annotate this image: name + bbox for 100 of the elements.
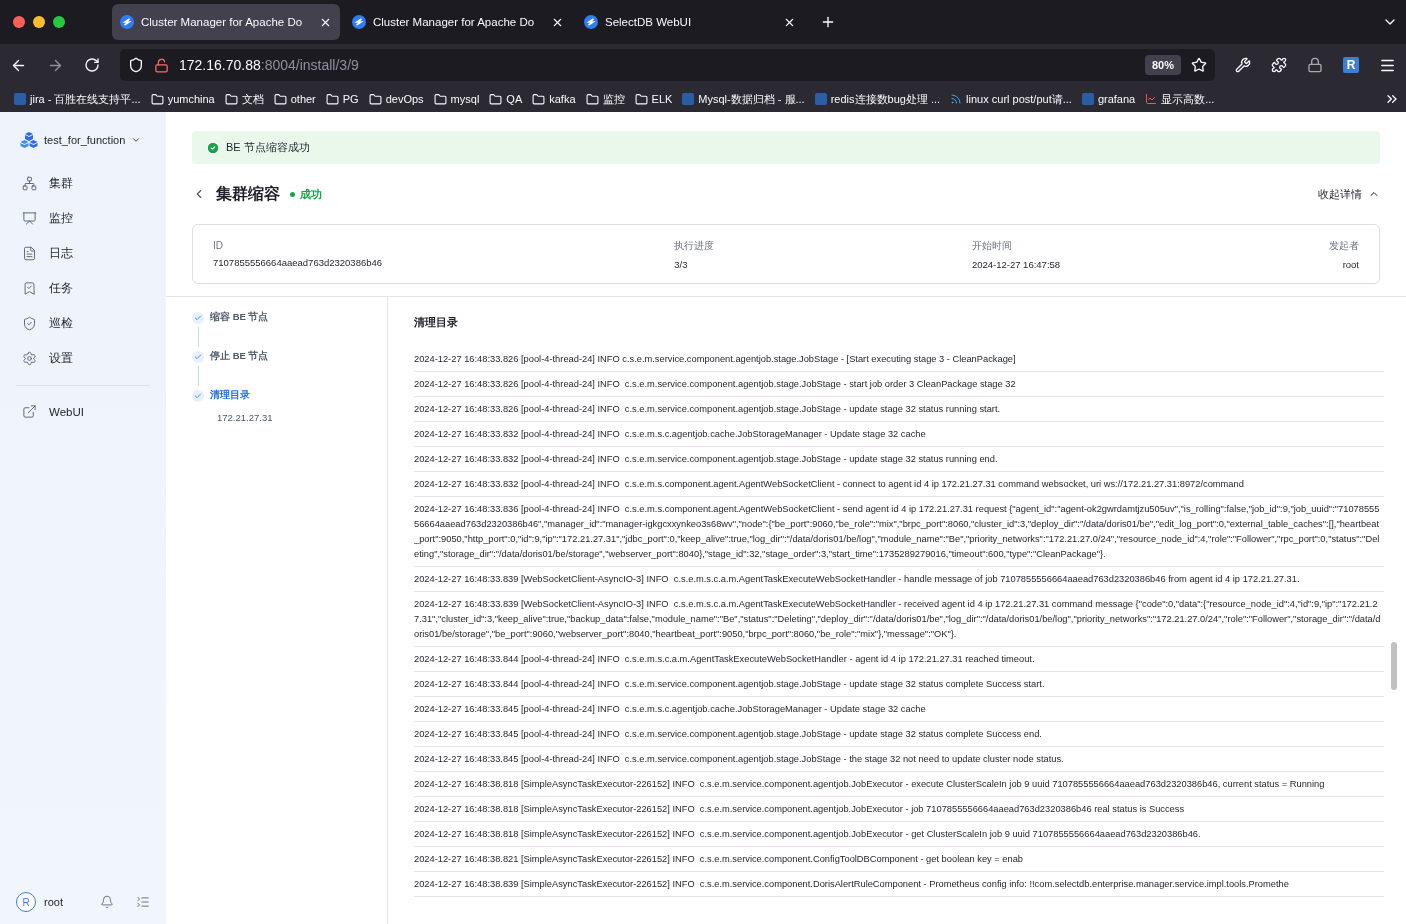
field-value: 2024-12-27 16:47:58 <box>971 258 1061 270</box>
site-icon <box>1081 93 1094 105</box>
lock-icon[interactable] <box>1307 57 1323 73</box>
document-icon <box>22 246 37 261</box>
bookmark[interactable]: devOps <box>368 92 424 106</box>
browser-tab[interactable]: Cluster Manager for Apache Do <box>112 4 340 40</box>
log-line: 2024-12-27 16:48:33.826 [pool-4-thread-24] INFO c.s.e.m.service.component.agentjob.stage.JobStage - [Start executing stage 3 - CleanPackage] <box>414 347 1384 372</box>
bookmark[interactable]: mysql <box>433 92 480 106</box>
browser-tab[interactable]: SelectDB WebUI <box>576 4 804 40</box>
log-line: 2024-12-27 16:48:38.839 [SimpleAsyncTaskExecutor-226152] INFO c.s.e.m.service.component.DorisAlertRuleComponent - Prometheus config info: !!com.selectdb.enterprise.manager.service.impl.tools.Promethe <box>414 872 1384 897</box>
log-line: 2024-12-27 16:48:33.832 [pool-4-thread-24] INFO c.s.e.m.service.component.agentjob.stage.JobStage - update stage 32 status running end. <box>414 447 1384 472</box>
url-text: 172.16.70.88:8004/install/3/9 <box>179 57 360 73</box>
wrench-icon[interactable] <box>1235 57 1251 73</box>
folder-icon <box>368 92 382 106</box>
bookmark[interactable]: linux curl post/put请... <box>950 91 1072 107</box>
site-logo-icon <box>120 15 134 29</box>
new-tab-icon[interactable] <box>820 14 836 30</box>
field-label: ID <box>213 240 223 251</box>
folder-icon <box>325 92 339 106</box>
field-value: 3/3 <box>674 258 688 270</box>
log-line: 2024-12-27 16:48:33.839 [WebSocketClient-AsyncIO-3] INFO c.s.e.m.s.c.a.m.AgentTaskExecuteWebSocketHandler - received agent id 4 ip 172.21.27.31 command message {"code":0,"data":{"resource_node_id":4,"id":9,"ip":"172.21.27.31","cluster_id":3,"keep_alive":true,"backup_data":false,"module_name":"Be","status":"Deleting","deploy_dir":"/data/doris01/be","log_dir":"/data/doris01/be/log","priority_networks":"172.21.27.0/24","role":"Follower","storage_dir":"/data/doris01/be/storage","be_port":9060,"webserver_port":8040,"heartbeat_port":9050,"brpc_port":8060,"be_role":"mix"},"message":"OK"}. <box>414 592 1384 647</box>
folder-icon <box>433 92 447 106</box>
nav-item[interactable]: 设置 <box>16 341 150 376</box>
puzzle-icon[interactable] <box>1271 57 1287 73</box>
external-link-icon <box>22 404 37 419</box>
page-title: 集群缩容 <box>216 183 280 204</box>
shield-icon[interactable] <box>128 57 144 73</box>
user-name: root <box>44 896 64 908</box>
step-item[interactable]: 缩容 BE 节点 <box>192 311 387 324</box>
field-label: 执行进度 <box>674 238 715 253</box>
nav-item[interactable]: 集群 <box>16 166 150 201</box>
bookmark[interactable]: Mysql-数据归档 - 服... <box>682 91 805 107</box>
log-line: 2024-12-27 16:48:33.844 [pool-4-thread-24] INFO c.s.e.m.s.c.a.m.AgentTaskExecuteWebSocketHandler - agent id 4 ip 172.21.27.31 reached timeout. <box>414 647 1384 672</box>
nav-item[interactable]: 监控 <box>16 201 150 236</box>
folder-icon <box>634 92 648 106</box>
log-line: 2024-12-27 16:48:38.818 [SimpleAsyncTaskExecutor-226152] INFO c.s.e.m.service.component.agentjob.JobExecutor - job 7107855556664aaead763d2320386b46 real status is Success <box>414 797 1384 822</box>
field-label: 开始时间 <box>971 238 1012 253</box>
cubes-logo-icon <box>20 132 38 148</box>
log-line: 2024-12-27 16:48:33.836 [pool-4-thread-24] INFO c.s.e.m.s.component.agent.AgentWebSocketClient - send agent id 4 ip 172.21.27.31 request {"agent_id":"agent-ok2gwrdamtjzu505uv","is_rolling":false,"job_id":9,"job_uuid":"7107855556664aaead763d2320386b46","manager_id":"manager-igkgcxxynkeo3s68wv","node":{"be_port":9060,"be_role":"mix","brpc_port":8060,"cluster_id":3,"deploy_dir":"/data/doris01/be","edit_log_port":0,"external_table_caches":[],"heartbeat_port":9050,"http_port":0,"id":9,"ip":"172.21.27.31","jdbc_port":0,"keep_alive":true,"log_dir":"/data/doris01/be/log","module_name":"Be","priority_networks":"172.21.27.0/24","resource_node_id":4,"role":"Follower","rpc_port":0,"status":"Deleting","storage_dir":"/data/doris01/be/storage","webserver_port":8040},"stage_id":32,"stage_order":3,"start_time":1735289279016,"timeout":600,"type":"CleanPackage"}. <box>414 497 1384 567</box>
extension-icon[interactable]: R <box>1343 57 1359 73</box>
shield-icon <box>22 316 37 331</box>
settings-icon <box>22 351 37 366</box>
step-item[interactable]: 停止 BE 节点 <box>192 350 387 363</box>
tab-title: SelectDB WebUI <box>605 16 693 28</box>
bookmark[interactable]: grafana <box>1081 93 1136 105</box>
tab-title: Cluster Manager for Apache Do <box>373 16 536 28</box>
bookmark[interactable]: other <box>273 92 316 106</box>
user-avatar[interactable]: R <box>16 892 36 912</box>
bookmark[interactable]: QA <box>489 92 523 106</box>
nav-item[interactable]: 任务 <box>16 271 150 306</box>
network-icon <box>22 176 37 191</box>
nav-item[interactable]: 巡检 <box>16 306 150 341</box>
check-icon <box>192 389 204 402</box>
success-icon <box>206 140 220 155</box>
zoom-level[interactable]: 80% <box>1144 55 1181 75</box>
browser-tab[interactable]: Cluster Manager for Apache Do <box>344 4 572 40</box>
bookmark[interactable]: jira - 百胜在线支持平... <box>14 91 141 107</box>
bell-icon[interactable] <box>100 895 114 909</box>
log-line: 2024-12-27 16:48:33.845 [pool-4-thread-24] INFO c.s.e.m.service.component.agentjob.stage.JobStage - update stage 32 status complete Success end. <box>414 722 1384 747</box>
field-value: 7107855556664aaead763d2320386b46 <box>213 257 383 268</box>
insecure-lock-icon[interactable] <box>154 57 169 73</box>
star-icon[interactable] <box>1191 57 1207 73</box>
site-icon <box>14 93 26 105</box>
field-value: root <box>1342 258 1359 270</box>
site-logo-icon <box>352 15 366 29</box>
bookmark[interactable]: kafka <box>532 92 576 106</box>
check-icon <box>192 311 204 324</box>
address-bar[interactable]: 172.16.70.88:8004/install/3/9 80% <box>120 49 1215 81</box>
nav-item[interactable]: 日志 <box>16 236 150 271</box>
log-line: 2024-12-27 16:48:33.832 [pool-4-thread-24] INFO c.s.e.m.s.component.agent.AgentWebSocketClient - connect to agent id 4 ip 172.21.27.31 command websocket, uri ws://172.21.27.31:8972/command <box>414 472 1384 497</box>
workspace-switcher[interactable]: test_for_function <box>20 132 150 148</box>
bookmark[interactable]: 文档 <box>224 91 264 107</box>
bookmark[interactable]: yumchina <box>150 92 215 106</box>
step-item[interactable]: 清理目录 <box>192 389 387 402</box>
folder-icon <box>585 92 599 106</box>
scrollbar-thumb[interactable] <box>1391 642 1397 690</box>
reload-icon[interactable] <box>84 57 100 73</box>
bookmark[interactable]: 监控 <box>585 91 625 107</box>
log-line: 2024-12-27 16:48:38.818 [SimpleAsyncTaskExecutor-226152] INFO c.s.e.m.service.component.agentjob.JobExecutor - execute ClusterScaleIn job 9 uuid 7107855556664aaead763d2320386b46, current status = Running <box>414 772 1384 797</box>
feed-icon <box>950 93 963 105</box>
sub-step-item[interactable]: 172.21.27.31 <box>217 412 387 423</box>
field-label: 发起者 <box>1329 238 1359 253</box>
folder-icon <box>489 92 503 106</box>
status-label: 成功 <box>290 186 322 202</box>
folder-icon <box>150 92 164 106</box>
bookmark[interactable]: PG <box>325 92 359 106</box>
bookmark[interactable]: ELK <box>634 92 673 106</box>
folder-icon <box>273 92 287 106</box>
site-icon <box>682 93 695 105</box>
collapse-details-toggle[interactable]: 收起详情 <box>1318 186 1380 202</box>
nav-link[interactable]: WebUI <box>16 394 150 429</box>
bookmark-icon <box>22 281 37 296</box>
log-line: 2024-12-27 16:48:33.845 [pool-4-thread-24] INFO c.s.e.m.s.c.agentjob.cache.JobStorageManager - Update stage 32 cache <box>414 697 1384 722</box>
log-line: 2024-12-27 16:48:38.821 [SimpleAsyncTaskExecutor-226152] INFO c.s.e.m.service.component.ConfigToolDBComponent - get boolean key = enab <box>414 847 1384 872</box>
log-line: 2024-12-27 16:48:33.845 [pool-4-thread-24] INFO c.s.e.m.service.component.agentjob.stage.JobStage - the stage 32 not need to update cluster node status. <box>414 747 1384 772</box>
log-line: 2024-12-27 16:48:38.818 [SimpleAsyncTaskExecutor-226152] INFO c.s.e.m.service.component.agentjob.JobExecutor - get ClusterScaleIn job 9 uuid 7107855556664aaead763d2320386b46. <box>414 822 1384 847</box>
folder-icon <box>532 92 546 106</box>
chevron-down-icon <box>131 135 142 145</box>
bookmark[interactable]: 显示高数... <box>1145 91 1215 107</box>
bookmark[interactable]: redis连接数bug处理 ... <box>814 91 941 107</box>
